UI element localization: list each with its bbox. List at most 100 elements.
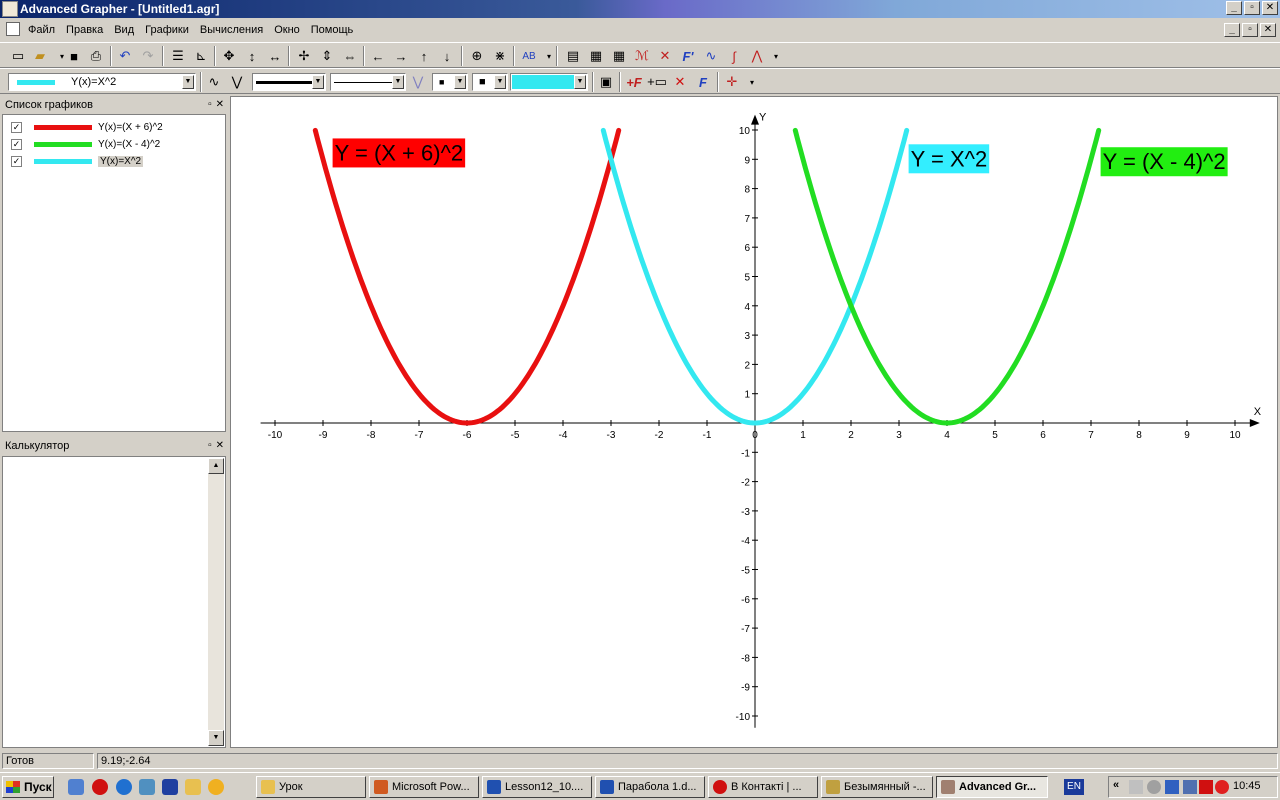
task-button[interactable]: Microsoft Pow... bbox=[369, 776, 479, 798]
app-icon[interactable] bbox=[162, 779, 178, 795]
current-graph-select[interactable]: Y(x)=X^2 ▼ bbox=[8, 73, 196, 91]
task-button[interactable]: Парабола 1.d... bbox=[595, 776, 705, 798]
derivative-icon[interactable]: F' bbox=[678, 46, 698, 66]
trace-dropdown-icon[interactable]: ▾ bbox=[742, 72, 762, 92]
annotation[interactable]: Y = X^2 bbox=[908, 144, 990, 174]
graph-visible-checkbox[interactable]: ✓ bbox=[11, 121, 22, 133]
tangent-icon[interactable]: ∿ bbox=[701, 46, 721, 66]
marker-style-select[interactable]: ■ ▼ bbox=[432, 73, 468, 91]
more-dropdown-icon[interactable]: ▾ bbox=[766, 46, 786, 66]
chevron-down-icon[interactable]: ▼ bbox=[392, 75, 404, 89]
open-folder-icon[interactable]: ▰ bbox=[30, 46, 50, 66]
tray-icon[interactable] bbox=[1147, 780, 1161, 794]
graph-visible-checkbox[interactable]: ✓ bbox=[11, 138, 22, 150]
annotation[interactable]: Y = (X - 4)^2 bbox=[1100, 147, 1228, 177]
center-icon[interactable]: ⊕ bbox=[467, 46, 487, 66]
task-button[interactable]: Безымянный -... bbox=[821, 776, 933, 798]
close-icon[interactable]: ✕ bbox=[216, 438, 224, 454]
marker-fill-select[interactable]: ■ ▼ bbox=[472, 73, 508, 91]
antivirus-icon[interactable] bbox=[1199, 780, 1213, 794]
start-button[interactable]: Пуск bbox=[2, 776, 54, 798]
scroll-right-icon[interactable]: → bbox=[391, 46, 411, 66]
delete-graph-icon[interactable]: ✕ bbox=[670, 72, 690, 92]
restore-icon[interactable]: ▫ bbox=[208, 438, 212, 454]
new-file-icon[interactable]: ▭ bbox=[8, 46, 28, 66]
doc-minimize-button[interactable]: _ bbox=[1224, 23, 1240, 37]
line-style-select[interactable]: ▼ bbox=[330, 73, 406, 91]
line-width-select[interactable]: ▼ bbox=[252, 73, 326, 91]
app-icon[interactable] bbox=[2, 1, 18, 17]
regression-icon[interactable]: ⋀ bbox=[747, 46, 767, 66]
close-icon[interactable]: ✕ bbox=[216, 97, 224, 113]
table-icon[interactable]: ▦ bbox=[609, 46, 629, 66]
scroll-up-icon[interactable]: ▲ bbox=[208, 458, 224, 474]
zoom-in-icon[interactable]: ✢ bbox=[294, 46, 314, 66]
doc-close-button[interactable]: ✕ bbox=[1260, 23, 1276, 37]
pan-icon[interactable]: ✥ bbox=[219, 46, 239, 66]
broken-line-icon[interactable]: ⋁ bbox=[227, 72, 247, 92]
chevron-down-icon[interactable]: ▼ bbox=[454, 75, 466, 89]
ie-icon[interactable] bbox=[116, 779, 132, 795]
properties-icon[interactable]: ▤ bbox=[563, 46, 583, 66]
values-icon[interactable]: ℳ bbox=[632, 46, 652, 66]
tray-icon[interactable] bbox=[1183, 780, 1197, 794]
shrink-vertical-icon[interactable]: ⇕ bbox=[317, 46, 337, 66]
document-icon[interactable] bbox=[6, 22, 20, 36]
folder-icon[interactable] bbox=[185, 779, 201, 795]
add-table-icon[interactable]: +▭ bbox=[647, 72, 667, 92]
chevron-down-icon[interactable]: ▼ bbox=[182, 75, 194, 89]
zoom-vertical-icon[interactable]: ↕ bbox=[242, 46, 262, 66]
minimize-button[interactable]: _ bbox=[1226, 1, 1242, 15]
text-label-icon[interactable]: AB bbox=[519, 46, 539, 66]
graph-list-item[interactable]: ✓ Y(x)=(X - 4)^2 bbox=[11, 136, 160, 152]
chevron-down-icon[interactable]: ▼ bbox=[574, 75, 586, 89]
undo-icon[interactable]: ↶ bbox=[115, 46, 135, 66]
print-icon[interactable]: ⎙ bbox=[86, 46, 106, 66]
calculator-scrollbar[interactable]: ▲ ▼ bbox=[208, 458, 224, 746]
maximize-button[interactable]: ▫ bbox=[1244, 1, 1260, 15]
network-icon[interactable] bbox=[1165, 780, 1179, 794]
menu-file[interactable]: Файл bbox=[28, 24, 55, 36]
calculator-icon[interactable]: ▦ bbox=[586, 46, 606, 66]
graph-list-icon[interactable]: ☰ bbox=[168, 46, 188, 66]
scroll-up-icon[interactable]: ↑ bbox=[414, 46, 434, 66]
task-button[interactable]: Advanced Gr... bbox=[936, 776, 1048, 798]
menu-window[interactable]: Окно bbox=[274, 24, 300, 36]
menu-edit[interactable]: Правка bbox=[66, 24, 103, 36]
graph-chart[interactable]: XY-10 -9 -8 -7 -6 -5 -4 -3 -2 -1 0 1 2 3 4 5 6 7 8 9 10-10-9… bbox=[231, 97, 1277, 747]
shrink-horizontal-icon[interactable]: ⇔ bbox=[340, 46, 360, 66]
chevron-down-icon[interactable]: ▼ bbox=[312, 75, 324, 89]
fit-icon[interactable]: ⋇ bbox=[490, 46, 510, 66]
graph-list-item[interactable]: ✓ Y(x)=X^2 bbox=[11, 153, 144, 169]
annotation[interactable]: Y = (X + 6)^2 bbox=[332, 138, 466, 168]
integral-icon[interactable]: ∫ bbox=[724, 46, 744, 66]
axes-icon[interactable]: ⊾ bbox=[191, 46, 211, 66]
scroll-down-icon[interactable]: ▼ bbox=[208, 730, 224, 746]
chevron-down-icon[interactable]: ▼ bbox=[494, 75, 506, 89]
intersections-icon[interactable]: ✕ bbox=[655, 46, 675, 66]
restore-icon[interactable]: ▫ bbox=[208, 97, 212, 113]
outlook-icon[interactable] bbox=[139, 779, 155, 795]
menu-graphs[interactable]: Графики bbox=[145, 24, 189, 36]
task-button[interactable]: Урок bbox=[256, 776, 366, 798]
language-indicator[interactable]: EN bbox=[1064, 779, 1084, 795]
redo-icon[interactable]: ↷ bbox=[138, 46, 158, 66]
tray-icon[interactable] bbox=[1215, 780, 1229, 794]
color-select[interactable]: ▼ bbox=[510, 73, 588, 91]
tray-expand-icon[interactable]: « bbox=[1113, 779, 1119, 791]
scroll-down-icon[interactable]: ↓ bbox=[437, 46, 457, 66]
task-button[interactable]: Lesson12_10.... bbox=[482, 776, 592, 798]
tray-icon[interactable] bbox=[1129, 780, 1143, 794]
marker-icon[interactable]: ⋁ bbox=[408, 72, 428, 92]
menu-help[interactable]: Помощь bbox=[311, 24, 354, 36]
menu-view[interactable]: Вид bbox=[114, 24, 134, 36]
opera-icon[interactable] bbox=[92, 779, 108, 795]
save-icon[interactable]: ■ bbox=[64, 46, 84, 66]
zoom-horizontal-icon[interactable]: ↔ bbox=[265, 46, 285, 66]
edit-graph-icon[interactable]: F bbox=[693, 72, 713, 92]
doc-restore-button[interactable]: ▫ bbox=[1242, 23, 1258, 37]
scroll-left-icon[interactable]: ← bbox=[368, 46, 388, 66]
task-button[interactable]: В Контакті | ... bbox=[708, 776, 818, 798]
add-graph-icon[interactable]: +F bbox=[624, 72, 644, 92]
calculator-panel[interactable]: ▲ ▼ bbox=[2, 456, 226, 748]
